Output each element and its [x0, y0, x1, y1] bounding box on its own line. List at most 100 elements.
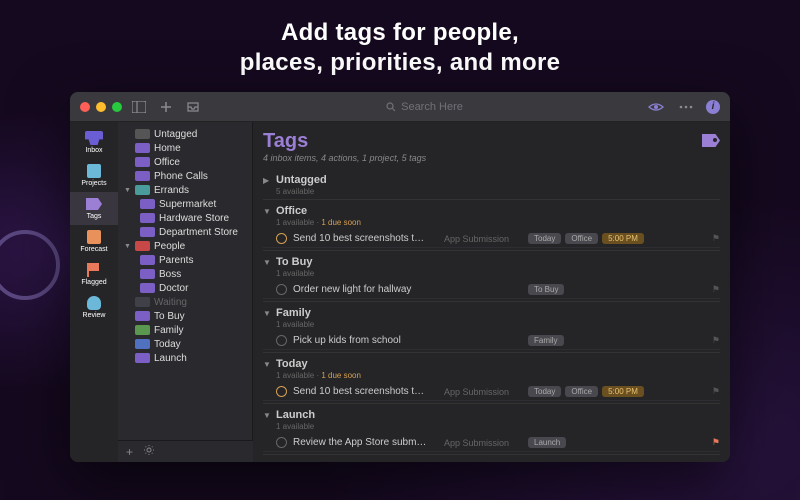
titlebar: Search Here i [70, 92, 730, 122]
nav-tags[interactable]: Tags [70, 192, 118, 225]
disclosure-arrow-icon: ▼ [124, 243, 131, 250]
tag-icon [135, 325, 150, 335]
disclosure-arrow-icon [124, 131, 131, 138]
nav-label: Forecast [80, 246, 107, 253]
disclosure-arrow-icon [124, 313, 131, 320]
task-project: App Submission [444, 438, 522, 448]
tag-icon [140, 227, 155, 237]
task-checkbox[interactable] [276, 386, 287, 397]
task-row[interactable]: Send 10 best screenshots t…App Submissio… [263, 230, 720, 248]
task-title: Order new light for hallway [293, 284, 438, 295]
tag-label: Department Store [159, 227, 238, 238]
tag-family[interactable]: Family [122, 323, 248, 337]
tag-icon [135, 297, 150, 307]
task-title: Send 10 best screenshots t… [293, 233, 438, 244]
tag-label: Office [154, 157, 180, 168]
window-minimize-button[interactable] [96, 102, 106, 112]
flag-icon[interactable]: ⚑ [712, 335, 720, 346]
sidebar-toggle-button[interactable] [129, 97, 149, 117]
tag-hardware-store[interactable]: Hardware Store [122, 211, 248, 225]
tags-header-icon [702, 134, 720, 147]
tag-to-buy[interactable]: To Buy [122, 309, 248, 323]
tag-office[interactable]: Office [122, 155, 248, 169]
task-row[interactable]: Review the App Store subm…App Submission… [263, 434, 720, 452]
more-options-button[interactable] [676, 97, 696, 117]
tag-label: Family [154, 325, 183, 336]
tag-supermarket[interactable]: Supermarket [122, 197, 248, 211]
nav-projects[interactable]: Projects [70, 159, 118, 192]
tag-phone-calls[interactable]: Phone Calls [122, 169, 248, 183]
window-close-button[interactable] [80, 102, 90, 112]
search-field[interactable]: Search Here [270, 101, 579, 113]
nav-inbox[interactable]: Inbox [70, 126, 118, 159]
inbox-icon [85, 131, 103, 145]
task-checkbox[interactable] [276, 284, 287, 295]
tag-badge: Launch [528, 437, 566, 448]
window-maximize-button[interactable] [112, 102, 122, 112]
search-placeholder: Search Here [401, 101, 463, 113]
nav-review[interactable]: Review [70, 291, 118, 324]
section-subtitle: 1 available [263, 422, 720, 431]
tag-people[interactable]: ▼People [122, 239, 248, 253]
tag-label: To Buy [154, 311, 185, 322]
add-button[interactable] [156, 97, 176, 117]
task-row[interactable]: Order new light for hallwayTo Buy⚑ [263, 281, 720, 299]
tag-badge: Today [528, 233, 561, 244]
tag-icon [135, 185, 150, 195]
tag-settings-button[interactable] [143, 444, 155, 459]
nav-label: Review [83, 312, 106, 319]
flag-icon[interactable]: ⚑ [712, 437, 720, 448]
tag-department-store[interactable]: Department Store [122, 225, 248, 239]
tag-icon [140, 283, 155, 293]
tag-parents[interactable]: Parents [122, 253, 248, 267]
tag-untagged[interactable]: Untagged [122, 127, 248, 141]
nav-flagged[interactable]: Flagged [70, 258, 118, 291]
tag-badge: Office [565, 386, 598, 397]
tag-icon [140, 199, 155, 209]
tag-boss[interactable]: Boss [122, 267, 248, 281]
nav-forecast[interactable]: Forecast [70, 225, 118, 258]
view-options-button[interactable] [646, 97, 666, 117]
task-row[interactable]: Pick up kids from schoolFamily⚑ [263, 332, 720, 350]
tag-launch[interactable]: Launch [122, 351, 248, 365]
disclosure-arrow-icon [124, 173, 131, 180]
info-button[interactable]: i [706, 100, 720, 114]
tag-icon [140, 255, 155, 265]
nav-rail: Inbox Projects Tags Forecast Flagged Review [70, 122, 118, 462]
tag-errands[interactable]: ▼Errands [122, 183, 248, 197]
disclosure-arrow-icon: ▼ [263, 360, 271, 369]
task-checkbox[interactable] [276, 437, 287, 448]
content-pane: Tags 4 inbox items, 4 actions, 1 project… [253, 122, 730, 462]
flag-icon[interactable]: ⚑ [712, 233, 720, 244]
tag-today[interactable]: Today [122, 337, 248, 351]
tag-label: Parents [159, 255, 193, 266]
flag-icon[interactable]: ⚑ [712, 284, 720, 295]
nav-label: Tags [87, 213, 102, 220]
tag-label: Untagged [154, 129, 197, 140]
tag-label: Supermarket [159, 199, 216, 210]
tag-icon [135, 241, 150, 251]
disclosure-arrow-icon: ▼ [263, 207, 271, 216]
section-title: To Buy [276, 256, 312, 268]
disclosure-arrow-icon: ▼ [263, 309, 271, 318]
inbox-quick-button[interactable] [183, 97, 203, 117]
task-title: Send 10 best screenshots t… [293, 386, 438, 397]
task-checkbox[interactable] [276, 233, 287, 244]
task-project: App Submission [444, 387, 522, 397]
task-row[interactable]: Send 10 best screenshots t… App Submissio… [263, 383, 720, 401]
disclosure-arrow-icon [124, 327, 131, 334]
tag-doctor[interactable]: Doctor [122, 281, 248, 295]
tag-home[interactable]: Home [122, 141, 248, 155]
forecast-icon [87, 230, 101, 244]
tag-label: Launch [154, 353, 187, 364]
task-checkbox[interactable] [276, 335, 287, 346]
nav-label: Projects [81, 180, 106, 187]
tag-icon [135, 171, 150, 181]
tag-icon [135, 353, 150, 363]
section-subtitle: 1 available · 1 due soon [263, 218, 720, 227]
tag-waiting[interactable]: Waiting [122, 295, 248, 309]
add-tag-button[interactable]: + [126, 445, 133, 459]
section-subtitle: 1 available [263, 320, 720, 329]
flag-icon[interactable]: ⚑ [712, 386, 720, 397]
section-subtitle: 1 available [263, 269, 720, 278]
